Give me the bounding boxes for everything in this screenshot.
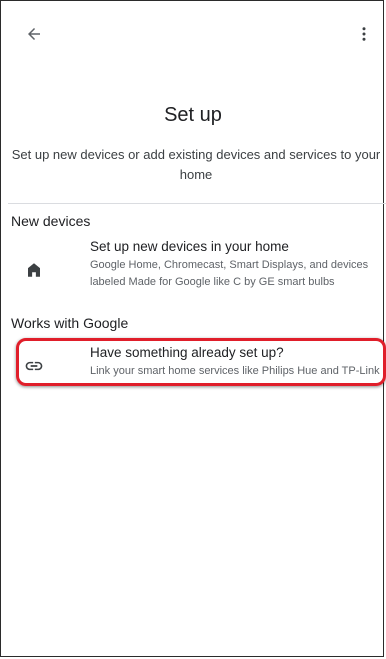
page-title: Set up xyxy=(164,104,222,126)
top-app-bar xyxy=(0,0,386,64)
more-options-button[interactable] xyxy=(348,18,380,50)
item-title: Set up new devices in your home xyxy=(90,239,289,254)
more-vert-icon xyxy=(362,27,366,41)
back-button[interactable] xyxy=(18,18,50,50)
item-description: Link your smart home services like Phili… xyxy=(90,365,380,377)
divider xyxy=(8,203,386,204)
item-title: Have something already set up? xyxy=(90,345,284,360)
page-subtitle: Set up new devices or add existing devic… xyxy=(11,147,381,182)
link-icon xyxy=(24,356,44,376)
item-description: Google Home, Chromecast, Smart Displays,… xyxy=(90,259,369,288)
list-item-link-services[interactable]: Have something already set up? Link your… xyxy=(16,344,386,380)
section-header-new-devices: New devices xyxy=(11,213,91,229)
arrow-back-icon xyxy=(28,28,40,40)
home-icon xyxy=(24,260,44,280)
list-item-setup-new-devices[interactable]: Set up new devices in your home Google H… xyxy=(16,238,386,304)
section-header-works-with-google: Works with Google xyxy=(11,315,129,331)
